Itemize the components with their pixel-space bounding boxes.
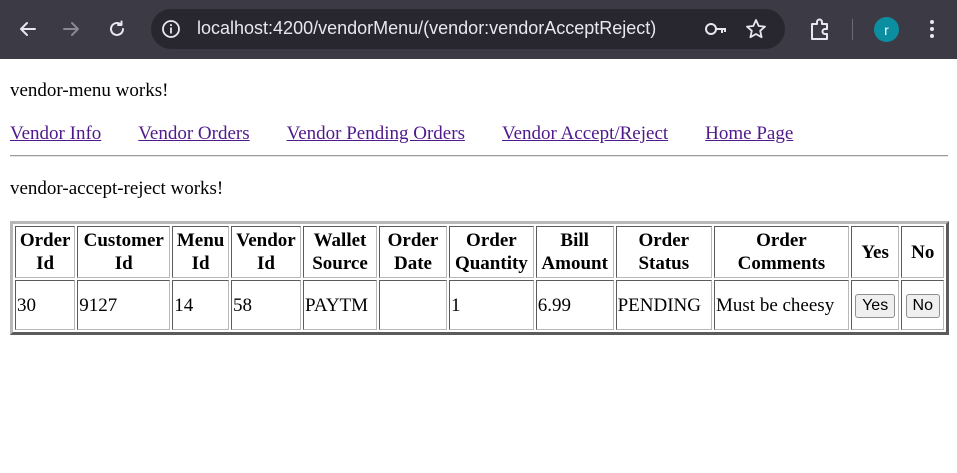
cell-bill-amount: 6.99: [535, 280, 614, 330]
cell-order-status: PENDING: [615, 280, 712, 330]
cell-order-comments: Must be cheesy: [714, 280, 849, 330]
col-order-status: Order Status: [615, 226, 712, 278]
vendor-menu-status-text: vendor-menu works!: [10, 80, 169, 101]
key-icon[interactable]: [704, 19, 728, 39]
cell-order-quantity: 1: [448, 280, 534, 330]
nav-link-home-page[interactable]: Home Page: [705, 123, 793, 144]
col-order-quantity: Order Quantity: [448, 226, 534, 278]
nav-link-vendor-orders[interactable]: Vendor Orders: [138, 123, 249, 144]
yes-button[interactable]: Yes: [855, 293, 896, 318]
forward-arrow-icon[interactable]: [56, 14, 86, 44]
table-header-row: Order Id Customer Id Menu Id Vendor Id Walle…: [15, 226, 944, 278]
reload-icon[interactable]: [102, 14, 132, 44]
cell-customer-id: 9127: [77, 280, 171, 330]
cell-wallet-source: PAYTM: [303, 280, 377, 330]
browser-toolbar: localhost:4200/vendorMenu/(vendor:vendor…: [0, 0, 957, 59]
info-icon[interactable]: [161, 19, 181, 39]
col-order-date: Order Date: [378, 226, 447, 278]
col-wallet-source: Wallet Source: [303, 226, 377, 278]
accept-reject-status-text: vendor-accept-reject works!: [10, 178, 224, 199]
star-icon[interactable]: [745, 18, 767, 40]
divider: [10, 155, 948, 157]
orders-table: Order Id Customer Id Menu Id Vendor Id Walle…: [10, 221, 949, 335]
cell-order-id: 30: [15, 280, 76, 330]
col-vendor-id: Vendor Id: [231, 226, 302, 278]
cell-menu-id: 14: [172, 280, 229, 330]
col-order-comments: Order Comments: [714, 226, 849, 278]
nav-link-vendor-pending-orders[interactable]: Vendor Pending Orders: [287, 123, 465, 144]
no-button[interactable]: No: [905, 293, 940, 318]
url-text[interactable]: localhost:4200/vendorMenu/(vendor:vendor…: [197, 18, 656, 39]
cell-vendor-id: 58: [231, 280, 302, 330]
cell-yes: Yes: [850, 280, 900, 330]
col-customer-id: Customer Id: [77, 226, 171, 278]
page-content: vendor-menu works! Vendor Info Vendor Ord…: [0, 59, 957, 473]
toolbar-divider: [852, 19, 853, 40]
nav-link-vendor-info[interactable]: Vendor Info: [10, 123, 101, 144]
kebab-menu-icon[interactable]: [920, 16, 944, 42]
col-no: No: [901, 226, 944, 278]
col-bill-amount: Bill Amount: [535, 226, 614, 278]
cell-no: No: [901, 280, 944, 330]
col-menu-id: Menu Id: [172, 226, 229, 278]
back-arrow-icon[interactable]: [13, 14, 43, 44]
vendor-nav: Vendor Info Vendor Orders Vendor Pending O…: [10, 123, 830, 145]
nav-link-vendor-accept-reject[interactable]: Vendor Accept/Reject: [502, 123, 668, 144]
col-order-id: Order Id: [15, 226, 76, 278]
profile-avatar[interactable]: r: [874, 17, 899, 42]
col-yes: Yes: [850, 226, 900, 278]
cell-order-date: [378, 280, 447, 330]
puzzle-icon[interactable]: [807, 16, 833, 42]
table-row: 30 9127 14 58 PAYTM 1 6.99 PENDING Must …: [15, 280, 944, 330]
address-bar[interactable]: localhost:4200/vendorMenu/(vendor:vendor…: [151, 9, 785, 49]
